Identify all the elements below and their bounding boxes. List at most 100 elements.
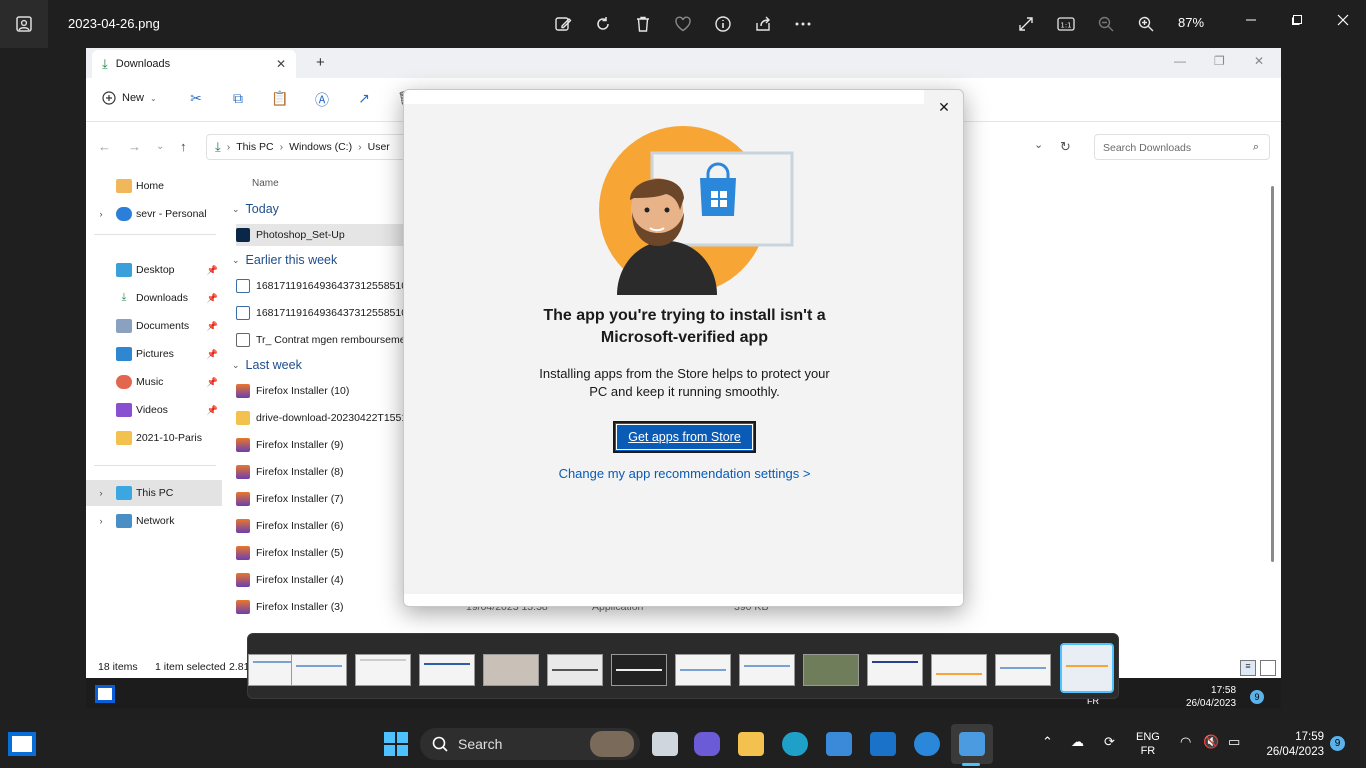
thumbnail[interactable] <box>995 654 1051 686</box>
forward-icon[interactable]: → <box>128 139 141 154</box>
explorer-maximize-icon[interactable]: ❐ <box>1214 54 1225 68</box>
dialog-message: Installing apps from the Store helps to … <box>539 366 830 399</box>
file-explorer-icon[interactable] <box>738 732 764 756</box>
tab-title: Downloads <box>115 58 171 70</box>
chat-icon[interactable] <box>694 732 720 756</box>
rename-icon[interactable]: Ⓐ <box>312 90 332 110</box>
thumbnail[interactable] <box>547 654 603 686</box>
sidebar-item-music[interactable]: Music 📌 <box>86 369 222 395</box>
edge-icon[interactable] <box>782 732 808 756</box>
thumbnail[interactable] <box>803 654 859 686</box>
sidebar-item-downloads[interactable]: ⤓ Downloads 📌 <box>86 285 222 311</box>
photos-icon[interactable] <box>959 732 985 756</box>
thumbnail[interactable] <box>611 654 667 686</box>
crumb-users[interactable]: User <box>368 141 390 153</box>
crumb-windows[interactable]: Windows (C:) <box>289 141 352 153</box>
wifi-icon[interactable]: ◠ <box>1180 734 1191 750</box>
store-icon[interactable] <box>826 732 852 756</box>
actual-size-icon[interactable]: 1:1 <box>1054 12 1078 36</box>
notification-badge[interactable]: 9 <box>1330 736 1345 751</box>
close-tab-icon[interactable]: ✕ <box>276 57 286 71</box>
thumbnail-selected[interactable] <box>1060 643 1114 693</box>
sidebar-item-videos[interactable]: Videos 📌 <box>86 397 222 423</box>
chevron-right-icon[interactable]: › <box>94 488 108 498</box>
share-icon[interactable] <box>751 12 775 36</box>
sidebar-item-thispc[interactable]: › This PC <box>86 480 222 506</box>
explorer-close-icon[interactable]: ✕ <box>1254 54 1264 68</box>
info-icon[interactable] <box>711 12 735 36</box>
cut-icon[interactable]: ✂ <box>186 90 206 110</box>
thumbnail[interactable] <box>291 654 347 686</box>
chevron-right-icon[interactable]: › <box>94 209 108 219</box>
thumbnail[interactable] <box>675 654 731 686</box>
thumbnail[interactable] <box>355 654 411 686</box>
sidebar-item-home[interactable]: Home <box>86 173 222 199</box>
search-input[interactable]: Search Downloads ⌕ <box>1094 134 1270 160</box>
pin-icon: 📌 <box>206 292 218 303</box>
thumbnail[interactable] <box>419 654 475 686</box>
up-icon[interactable]: ↑ <box>180 139 187 154</box>
onedrive-icon[interactable]: ☁ <box>1071 734 1084 750</box>
widgets-icon[interactable] <box>8 732 36 756</box>
refresh-icon[interactable]: ↻ <box>1060 139 1071 155</box>
more-icon[interactable] <box>791 12 815 36</box>
sidebar-item-network[interactable]: › Network <box>86 508 222 534</box>
start-icon[interactable] <box>384 732 408 756</box>
volume-muted-icon[interactable]: 🔇 <box>1203 734 1219 750</box>
expand-icon[interactable] <box>1014 12 1038 36</box>
close-button[interactable] <box>1328 8 1358 32</box>
network-icon <box>116 514 132 528</box>
photos-app-icon[interactable] <box>0 0 48 48</box>
group-header-lastweek[interactable]: ⌄ Last week <box>232 358 302 372</box>
zoom-in-icon[interactable] <box>1134 12 1158 36</box>
tab-downloads[interactable]: ⤓ Downloads ✕ <box>92 50 296 78</box>
back-icon[interactable]: ← <box>98 139 111 154</box>
recent-icon[interactable]: ⌄ <box>156 141 164 152</box>
crumb-thispc[interactable]: This PC <box>236 141 273 153</box>
details-view-icon[interactable]: ≡ <box>1240 660 1256 676</box>
new-button[interactable]: New ⌄ <box>102 91 157 105</box>
group-header-today[interactable]: ⌄ Today <box>232 202 279 216</box>
taskbar-search[interactable]: Search <box>420 728 640 760</box>
task-view-icon[interactable] <box>652 732 678 756</box>
minimize-button[interactable] <box>1236 8 1266 32</box>
tiles-view-icon[interactable] <box>1260 660 1276 676</box>
sidebar-item-onedrive[interactable]: › sevr - Personal <box>86 201 222 227</box>
language-indicator[interactable]: ENG FR <box>1136 730 1160 758</box>
taskbar-clock[interactable]: 17:59 26/04/2023 <box>1256 730 1324 760</box>
column-header-name[interactable]: Name <box>252 178 279 189</box>
dialog-title: The app you're trying to install isn't a… <box>543 307 826 346</box>
group-header-earlier[interactable]: ⌄ Earlier this week <box>232 253 337 267</box>
battery-icon[interactable]: ▭ <box>1228 734 1240 750</box>
sidebar-item-documents[interactable]: Documents 📌 <box>86 313 222 339</box>
sync-icon[interactable]: ⟳ <box>1104 734 1115 750</box>
zoom-level[interactable]: 87% <box>1178 15 1204 30</box>
scrollbar[interactable] <box>1271 186 1274 562</box>
share-file-icon[interactable]: ↗ <box>354 90 374 110</box>
paste-icon[interactable]: 📋 <box>270 90 290 110</box>
favorite-icon[interactable] <box>671 12 695 36</box>
thumbnail[interactable] <box>739 654 795 686</box>
new-tab-icon[interactable]: + <box>316 54 325 71</box>
sidebar-item-desktop[interactable]: Desktop 📌 <box>86 257 222 283</box>
help-icon[interactable] <box>914 732 940 756</box>
thumbnail[interactable] <box>867 654 923 686</box>
chevron-up-icon[interactable]: ⌃ <box>1042 734 1053 750</box>
document-icon <box>236 306 250 320</box>
rotate-icon[interactable] <box>591 12 615 36</box>
myhp-icon[interactable] <box>870 732 896 756</box>
zoom-out-icon[interactable] <box>1094 12 1118 36</box>
thumbnail[interactable] <box>483 654 539 686</box>
edit-icon[interactable] <box>551 12 575 36</box>
explorer-minimize-icon[interactable]: — <box>1174 54 1186 68</box>
get-apps-from-store-button[interactable]: Get apps from Store <box>613 421 756 453</box>
address-dropdown-icon[interactable]: ⌄ <box>1034 138 1043 151</box>
thumbnail[interactable] <box>931 654 987 686</box>
chevron-right-icon[interactable]: › <box>94 516 108 526</box>
change-recommendation-settings-link[interactable]: Change my app recommendation settings > <box>404 466 963 481</box>
sidebar-item-paris[interactable]: 2021-10-Paris <box>86 425 222 451</box>
delete-icon[interactable] <box>631 12 655 36</box>
copy-icon[interactable]: ⧉ <box>228 90 248 110</box>
maximize-button[interactable] <box>1282 8 1312 32</box>
sidebar-item-pictures[interactable]: Pictures 📌 <box>86 341 222 367</box>
